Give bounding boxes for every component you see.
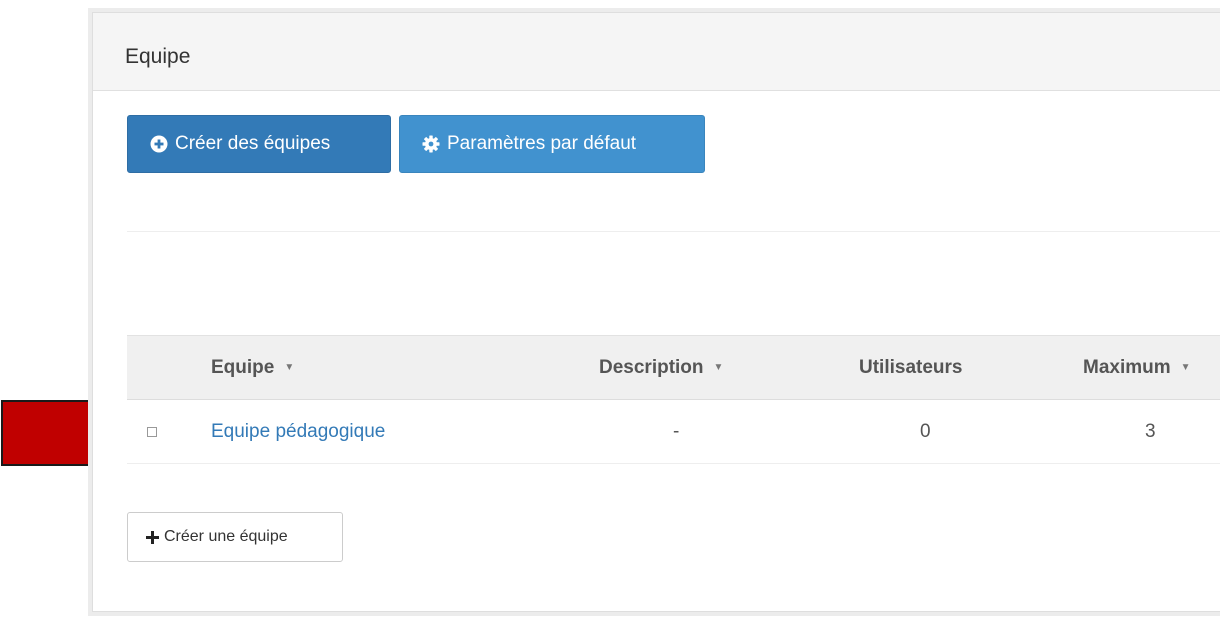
caret-down-icon: ▼ <box>713 362 724 373</box>
column-header-users-label: Utilisateurs <box>859 356 963 378</box>
table-row: Equipe pédagogique - 0 3 <box>127 400 1220 464</box>
default-settings-button[interactable]: Paramètres par défaut <box>399 115 705 173</box>
create-team-button[interactable]: Créer une équipe <box>127 512 343 562</box>
column-header-team[interactable]: Equipe ▼ <box>211 336 294 399</box>
column-header-users: Utilisateurs <box>859 336 962 399</box>
caret-down-icon: ▼ <box>284 362 295 373</box>
column-header-description[interactable]: Description ▼ <box>599 336 723 399</box>
row-checkbox[interactable] <box>147 426 157 437</box>
caret-down-icon: ▼ <box>1180 362 1191 373</box>
section-divider <box>127 231 1220 232</box>
table-header: Equipe ▼ Description ▼ Utilisateurs Maxi… <box>127 335 1220 400</box>
column-header-team-label: Equipe <box>211 356 275 378</box>
create-teams-button[interactable]: Créer des équipes <box>127 115 391 173</box>
gear-icon <box>422 135 440 153</box>
team-panel: Equipe Créer des équipes Paramètres par … <box>92 12 1220 612</box>
create-teams-label: Créer des équipes <box>175 133 331 154</box>
page: Equipe Créer des équipes Paramètres par … <box>0 0 1220 618</box>
panel-title: Equipe <box>125 45 191 68</box>
default-settings-label: Paramètres par défaut <box>447 133 637 154</box>
team-name-link[interactable]: Equipe pédagogique <box>211 400 385 463</box>
plus-icon <box>146 530 159 544</box>
row-select-cell <box>147 400 157 463</box>
team-description: - <box>673 420 680 442</box>
team-maximum: 3 <box>1145 420 1156 442</box>
create-team-label: Créer une équipe <box>164 528 288 545</box>
column-header-description-label: Description <box>599 356 704 378</box>
plus-circle-icon <box>150 135 168 153</box>
panel-heading: Equipe <box>93 13 1220 91</box>
column-header-maximum[interactable]: Maximum ▼ <box>1083 336 1191 399</box>
team-users-count: 0 <box>920 420 931 442</box>
column-header-maximum-label: Maximum <box>1083 356 1171 378</box>
